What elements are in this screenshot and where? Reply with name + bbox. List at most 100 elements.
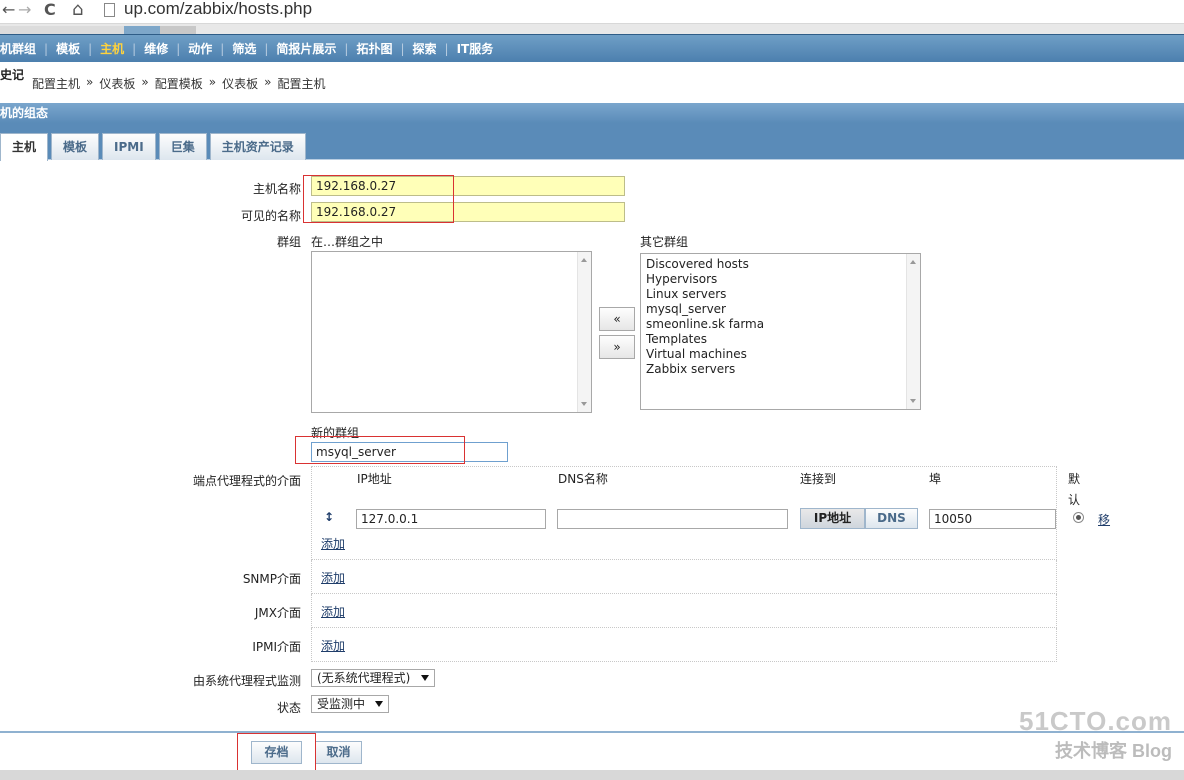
status-select-value: 受监测中	[317, 697, 366, 711]
menu-item[interactable]: 模板	[48, 40, 88, 57]
url-field[interactable]: up.com/zabbix/hosts.php	[124, 0, 312, 19]
bottom-strip	[0, 770, 1184, 780]
cancel-button[interactable]: 取消	[315, 741, 362, 764]
page-icon	[104, 3, 115, 17]
home-icon[interactable]: ⌂	[72, 0, 83, 20]
ip-address-input[interactable]	[356, 509, 546, 529]
form-tab[interactable]: 模板	[51, 133, 100, 160]
section-title: 机的组态	[0, 103, 1184, 123]
breadcrumb-link[interactable]: 配置模板	[155, 75, 203, 92]
breadcrumb: 配置主机 » 仪表板 » 配置模板 » 仪表板 » 配置主机	[32, 75, 325, 92]
list-item[interactable]: Discovered hosts	[646, 257, 915, 272]
form-tabs: 主机 模板 IPMI 巨集 主机资产记录	[0, 133, 306, 161]
col-ip-header: IP地址	[357, 472, 392, 486]
list-item[interactable]: Zabbix servers	[646, 362, 915, 377]
menu-item[interactable]: 简报片展示	[268, 40, 344, 57]
in-groups-label: 在…群组之中	[311, 235, 384, 249]
scroll-down-icon[interactable]	[581, 402, 587, 406]
visible-name-input[interactable]	[311, 202, 625, 222]
scroll-up-icon[interactable]	[910, 260, 916, 264]
breadcrumb-link[interactable]: 仪表板	[99, 75, 135, 92]
drag-handle-icon[interactable]: ↕	[324, 510, 334, 524]
breadcrumb-separator: »	[86, 75, 94, 89]
scrollbar[interactable]	[577, 252, 591, 412]
jmx-label: JMX介面	[254, 606, 301, 620]
ipmi-interface-panel	[311, 628, 1057, 662]
list-item[interactable]: Virtual machines	[646, 347, 915, 362]
list-item[interactable]: mysql_server	[646, 302, 915, 317]
watermark-logo: 51CTO.com 技术博客 Blog	[1019, 706, 1172, 763]
snmp-label: SNMP介面	[242, 572, 301, 586]
col-connect-header: 连接到	[800, 472, 837, 486]
status-label: 状态	[276, 701, 301, 715]
col-default-header: 默	[1068, 472, 1081, 486]
add-jmx-interface-link[interactable]: 添加	[321, 603, 345, 620]
status-select[interactable]: 受监测中	[311, 695, 389, 713]
browser-address-bar: ← → C ⌂ up.com/zabbix/hosts.php	[0, 0, 1184, 24]
ipmi-label: IPMI介面	[252, 640, 301, 654]
connect-ip-button[interactable]: IP地址	[800, 508, 865, 529]
breadcrumb-separator: »	[208, 75, 217, 89]
new-group-label: 新的群组	[311, 426, 360, 440]
agent-interfaces-label: 端点代理程式的介面	[192, 474, 301, 488]
jmx-interface-panel	[311, 594, 1057, 628]
dns-name-input[interactable]	[557, 509, 788, 529]
other-groups-label: 其它群组	[640, 235, 689, 249]
menu-item[interactable]: 筛选	[224, 40, 264, 57]
breadcrumb-separator: »	[141, 75, 149, 89]
new-group-input[interactable]	[311, 442, 508, 462]
in-groups-list[interactable]	[311, 251, 592, 413]
host-name-label: 主机名称	[252, 182, 301, 196]
tab-strip-segment	[0, 26, 124, 34]
remove-interface-link[interactable]: 移	[1098, 511, 1110, 528]
visible-name-label: 可见的名称	[240, 209, 301, 223]
breadcrumb-link[interactable]: 仪表板	[222, 75, 258, 92]
add-snmp-interface-link[interactable]: 添加	[321, 569, 345, 586]
form-tab[interactable]: IPMI	[102, 133, 156, 160]
menu-item[interactable]: 动作	[180, 40, 220, 57]
breadcrumb-link[interactable]: 配置主机	[277, 75, 325, 92]
default-radio[interactable]	[1073, 512, 1084, 523]
watermark-line2: 技术博客 Blog	[1055, 741, 1172, 761]
move-right-button[interactable]: »	[599, 335, 635, 359]
port-input[interactable]	[929, 509, 1056, 529]
breadcrumb-separator: »	[264, 75, 272, 89]
menu-item[interactable]: 维修	[136, 40, 176, 57]
col-default-header-2: 认	[1068, 493, 1081, 507]
history-label: 史记	[0, 68, 25, 82]
scrollbar[interactable]	[906, 254, 920, 409]
chevron-down-icon	[421, 675, 429, 681]
add-agent-interface-link[interactable]: 添加	[321, 535, 345, 552]
reload-icon[interactable]: C	[44, 0, 56, 20]
watermark-line1: 51CTO.com	[1018, 706, 1172, 736]
list-item[interactable]: Hypervisors	[646, 272, 915, 287]
list-item[interactable]: smeonline.sk farma	[646, 317, 915, 332]
move-left-button[interactable]: «	[599, 307, 635, 331]
back-arrow-icon[interactable]: ←	[2, 0, 15, 20]
menu-item[interactable]: 探索	[405, 40, 445, 57]
proxy-select[interactable]: (无系统代理程式)	[311, 669, 435, 687]
menu-item[interactable]: 拓扑图	[348, 40, 400, 57]
save-button[interactable]: 存档	[251, 741, 302, 764]
menu-item[interactable]: 机群组	[0, 40, 44, 57]
menu-item[interactable]: 主机	[92, 40, 132, 57]
menu-item[interactable]: IT服务	[449, 40, 502, 57]
add-ipmi-interface-link[interactable]: 添加	[321, 637, 345, 654]
forward-arrow-icon[interactable]: →	[18, 0, 31, 20]
host-name-input[interactable]	[311, 176, 625, 196]
connect-dns-button[interactable]: DNS	[865, 508, 918, 529]
main-menu: 机群组 | 模板 | 主机 | 维修 | 动作 | 筛选 | 简报片展示 | 拓扑图 | 探索 | IT服务	[0, 34, 1184, 62]
tab-strip-segment	[160, 26, 196, 34]
breadcrumb-link[interactable]: 配置主机	[32, 75, 80, 92]
form-tab[interactable]: 巨集	[158, 133, 207, 160]
snmp-interface-panel	[311, 560, 1057, 594]
scroll-down-icon[interactable]	[910, 399, 916, 403]
form-tab[interactable]: 主机资产记录	[209, 133, 306, 160]
col-dns-header: DNS名称	[558, 472, 608, 486]
form-tab[interactable]: 主机	[0, 133, 49, 161]
list-item[interactable]: Linux servers	[646, 287, 915, 302]
other-groups-list[interactable]: Discovered hosts Hypervisors Linux servers…	[640, 253, 921, 410]
proxy-select-value: (无系统代理程式)	[317, 671, 411, 685]
list-item[interactable]: Templates	[646, 332, 915, 347]
scroll-up-icon[interactable]	[581, 258, 587, 262]
